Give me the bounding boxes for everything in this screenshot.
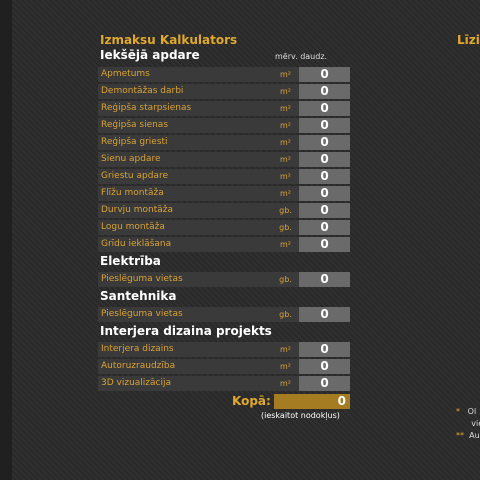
calc-row: Grīdu ieklāšana m² 0: [98, 237, 350, 252]
row-label: Logu montāža: [98, 220, 272, 235]
row-unit: m²: [272, 84, 299, 99]
calc-row: Reģipša starpsienas m² 0: [98, 101, 350, 116]
row-label: Pieslēguma vietas: [98, 272, 272, 287]
calc-row: 3D vizualizācija m² 0: [98, 376, 350, 391]
quantity-input[interactable]: 0: [299, 84, 350, 99]
row-unit: m²: [272, 101, 299, 116]
row-label: Demontāžas darbi: [98, 84, 272, 99]
calc-row: Apmetums m² 0: [98, 67, 350, 82]
row-label: Pieslēguma vietas: [98, 307, 272, 322]
row-unit: m²: [272, 359, 299, 374]
row-label: Apmetums: [98, 67, 272, 82]
row-unit: gb.: [272, 220, 299, 235]
footnote-line: vie: [456, 418, 480, 430]
section-title-plumbing: Santehnika: [100, 289, 177, 303]
quantity-input[interactable]: 0: [299, 67, 350, 82]
footnote-marker: **: [456, 431, 464, 440]
footnote-line: ** Au: [456, 430, 480, 442]
quantity-input[interactable]: 0: [299, 135, 350, 150]
row-unit: m²: [272, 376, 299, 391]
calc-row: Durvju montāža gb. 0: [98, 203, 350, 218]
row-label: Autoruzraudzība: [98, 359, 272, 374]
quantity-input[interactable]: 0: [299, 237, 350, 252]
calc-row: Reģipša griesti m² 0: [98, 135, 350, 150]
quantity-input[interactable]: 0: [299, 203, 350, 218]
row-label: Reģipša sienas: [98, 118, 272, 133]
row-unit: m²: [272, 118, 299, 133]
quantity-input[interactable]: 0: [299, 220, 350, 235]
quantity-input[interactable]: 0: [299, 359, 350, 374]
calc-row: Demontāžas darbi m² 0: [98, 84, 350, 99]
footnote-text: Au: [469, 431, 480, 440]
calc-row: Pieslēguma vietas gb. 0: [98, 307, 350, 322]
calc-row: Reģipša sienas m² 0: [98, 118, 350, 133]
calc-row: Interjera dizains m² 0: [98, 342, 350, 357]
row-unit: m²: [272, 152, 299, 167]
section-title-interior-finishing: Iekšējā apdare: [100, 48, 200, 62]
footnote-line: * Ol: [456, 406, 480, 418]
total-value: 0: [274, 394, 350, 409]
total-tax-note: (ieskaitot nodokļus): [261, 411, 340, 420]
row-unit: m²: [272, 169, 299, 184]
quantity-input[interactable]: 0: [299, 307, 350, 322]
calc-row: Flīžu montāža m² 0: [98, 186, 350, 201]
calc-row: Pieslēguma vietas gb. 0: [98, 272, 350, 287]
left-edge-panel: [0, 0, 12, 480]
quantity-input[interactable]: 0: [299, 342, 350, 357]
calc-row: Autoruzraudzība m² 0: [98, 359, 350, 374]
section-title-electricity: Elektrība: [100, 254, 161, 268]
total-label: Kopā:: [232, 394, 271, 408]
quantity-input[interactable]: 0: [299, 169, 350, 184]
row-unit: m²: [272, 342, 299, 357]
row-unit: gb.: [272, 203, 299, 218]
calculator-title: Izmaksu Kalkulators: [100, 33, 238, 47]
row-unit: m²: [272, 135, 299, 150]
calc-row: Logu montāža gb. 0: [98, 220, 350, 235]
row-label: Grīdu ieklāšana: [98, 237, 272, 252]
side-panel-title: Līzi: [457, 33, 480, 47]
row-unit: gb.: [272, 307, 299, 322]
row-label: Interjera dizains: [98, 342, 272, 357]
quantity-input[interactable]: 0: [299, 376, 350, 391]
row-unit: m²: [272, 67, 299, 82]
footnote-text: Ol: [467, 407, 477, 416]
row-unit: m²: [272, 237, 299, 252]
quantity-input[interactable]: 0: [299, 118, 350, 133]
footnote-marker: *: [456, 407, 460, 416]
row-label: Sienu apdare: [98, 152, 272, 167]
calc-row: Sienu apdare m² 0: [98, 152, 350, 167]
row-label: Reģipša starpsienas: [98, 101, 272, 116]
row-label: Flīžu montāža: [98, 186, 272, 201]
calc-row: Griestu apdare m² 0: [98, 169, 350, 184]
row-unit: gb.: [272, 272, 299, 287]
row-label: 3D vizualizācija: [98, 376, 272, 391]
quantity-input[interactable]: 0: [299, 152, 350, 167]
quantity-input[interactable]: 0: [299, 186, 350, 201]
quantity-input[interactable]: 0: [299, 272, 350, 287]
row-label: Durvju montāža: [98, 203, 272, 218]
row-label: Griestu apdare: [98, 169, 272, 184]
row-label: Reģipša griesti: [98, 135, 272, 150]
section-title-interior-design: Interjera dizaina projekts: [100, 324, 272, 338]
row-unit: m²: [272, 186, 299, 201]
unit-quantity-header: mērv. daudz.: [275, 52, 328, 61]
footnote-text: vie: [471, 419, 480, 428]
footnotes: * Ol vie ** Au: [456, 406, 480, 442]
quantity-input[interactable]: 0: [299, 101, 350, 116]
